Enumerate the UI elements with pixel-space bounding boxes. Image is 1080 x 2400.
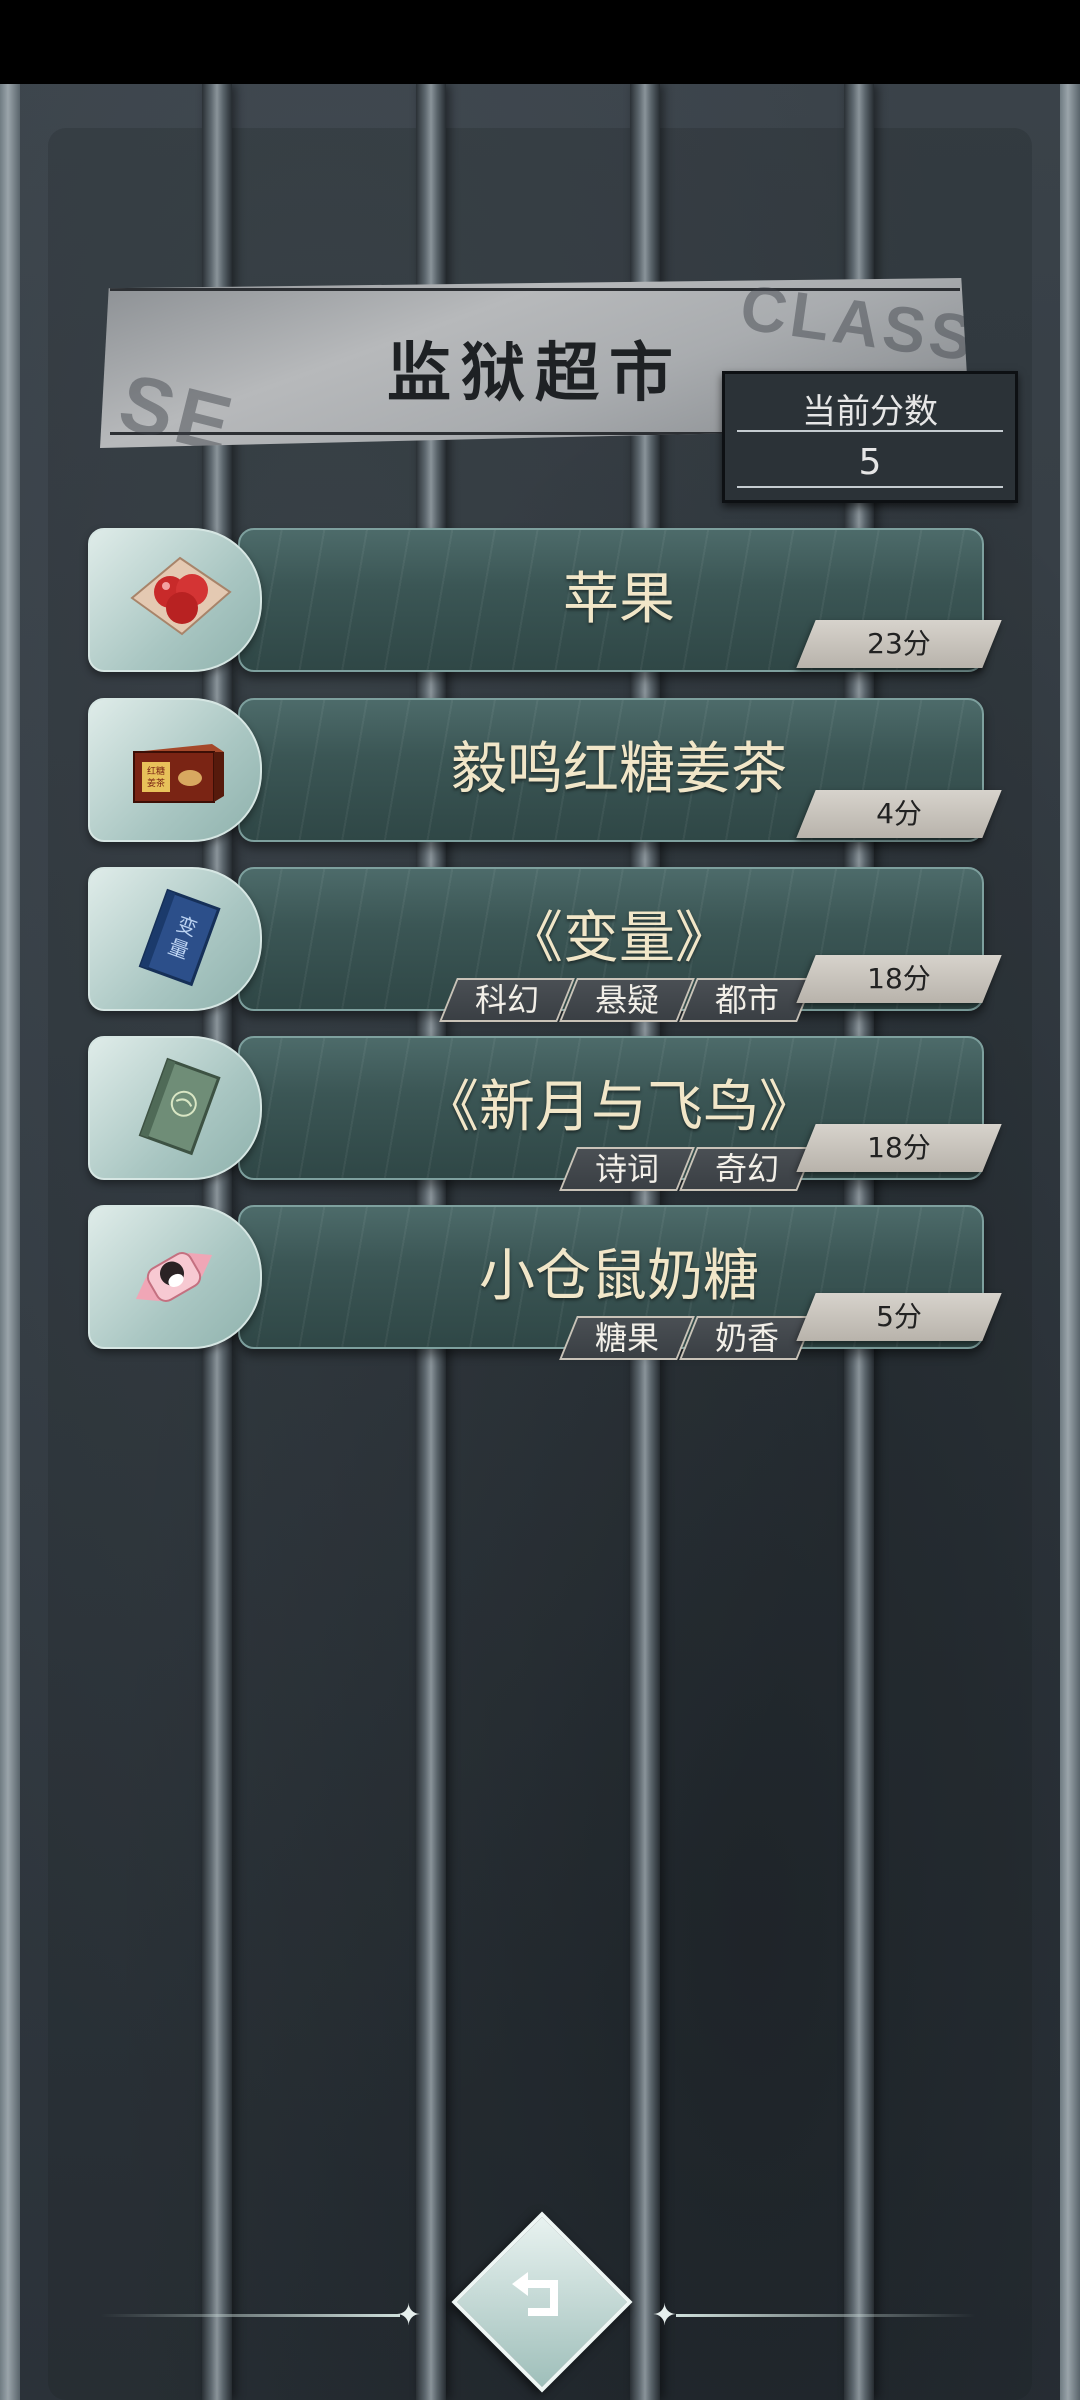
current-score-panel: 当前分数 5 [722, 371, 1018, 503]
item-tag-label: 诗词 [594, 1150, 659, 1188]
ginger-tea-box-icon: 红糖 姜茶 [133, 744, 224, 803]
poetry-book-icon [138, 1057, 221, 1156]
shop-item-book-moon-bird[interactable]: 《新月与飞鸟》 诗词 奇幻 18分 [88, 1036, 1002, 1191]
item-tag-label: 奶香 [714, 1319, 779, 1357]
item-price: 5分 [876, 1300, 922, 1333]
footer-divider-right [676, 2314, 976, 2317]
back-arrow-icon[interactable] [498, 2258, 582, 2342]
item-tag: 悬疑 [559, 978, 695, 1022]
item-tag-label: 奇幻 [714, 1150, 779, 1188]
apple-icon [130, 556, 232, 636]
item-price-tag: 4分 [796, 790, 1002, 838]
item-price: 23分 [867, 627, 931, 660]
shop-item-ginger-tea[interactable]: 红糖 姜茶 毅鸣红糖姜茶 4分 [88, 698, 1002, 842]
item-price-tag: 23分 [796, 620, 1002, 668]
item-price: 18分 [867, 1131, 931, 1164]
item-tag-label: 糖果 [594, 1319, 659, 1357]
item-icon-frame: 红糖 姜茶 [88, 698, 262, 842]
item-tag: 诗词 [559, 1147, 695, 1191]
item-icon-frame [88, 528, 262, 672]
item-icon-frame [88, 1205, 262, 1349]
prison-shop-screen: CLASS SE 监狱超市 当前分数 5 苹果 23分 红糖 姜茶 毅鸣红糖姜茶… [0, 84, 1080, 2400]
sparkle-icon: ✦ [396, 2298, 422, 2333]
item-price-tag: 5分 [796, 1293, 1002, 1341]
item-price-tag: 18分 [796, 1124, 1002, 1172]
frame-left [0, 84, 20, 2400]
item-tag-label: 科幻 [474, 981, 539, 1019]
item-tag-label: 悬疑 [594, 981, 659, 1019]
item-tag-label: 都市 [714, 981, 779, 1019]
item-price-tag: 18分 [796, 955, 1002, 1003]
item-tag: 都市 [679, 978, 815, 1022]
score-label: 当前分数 [802, 392, 938, 432]
item-tag: 糖果 [559, 1316, 695, 1360]
item-icon-frame [88, 1036, 262, 1180]
item-icon-frame: 变 量 [88, 867, 262, 1011]
item-tag: 科幻 [439, 978, 575, 1022]
candy-icon [135, 1252, 213, 1302]
book-icon: 变 量 [138, 888, 221, 987]
sparkle-icon: ✦ [652, 2298, 678, 2333]
svg-text:姜茶: 姜茶 [147, 777, 165, 789]
shop-item-apple[interactable]: 苹果 23分 [88, 528, 1002, 672]
item-tag: 奶香 [679, 1316, 815, 1360]
item-tag: 奇幻 [679, 1147, 815, 1191]
status-bar [0, 0, 1080, 84]
item-price: 4分 [876, 797, 922, 830]
item-price: 18分 [867, 962, 931, 995]
footer-divider-left [100, 2314, 400, 2317]
frame-right [1060, 84, 1080, 2400]
score-value: 5 [858, 442, 882, 483]
shop-item-book-variable[interactable]: 变 量 《变量》 科幻 悬疑 都市 18分 [88, 867, 1002, 1022]
shop-item-hamster-candy[interactable]: 小仓鼠奶糖 糖果 奶香 5分 [88, 1205, 1002, 1360]
svg-text:红糖: 红糖 [147, 765, 165, 777]
